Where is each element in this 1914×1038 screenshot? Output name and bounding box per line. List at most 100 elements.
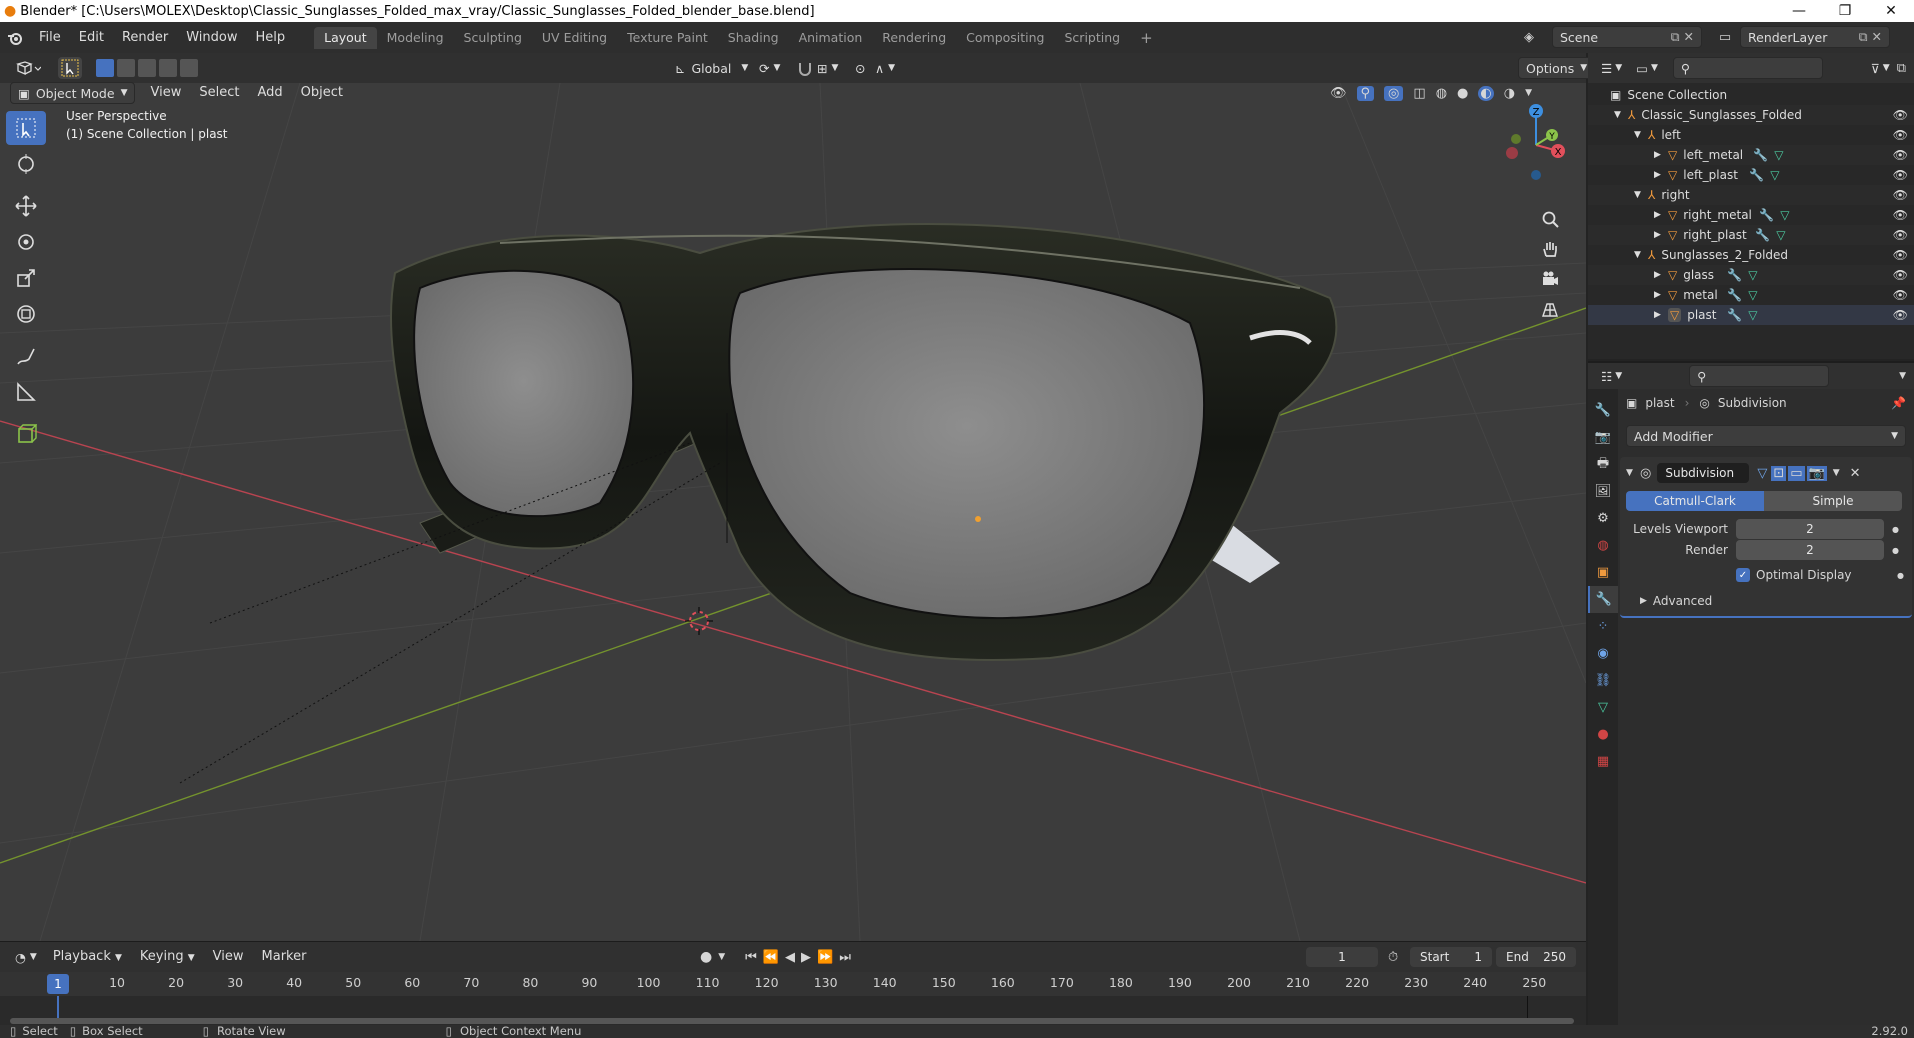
- start-frame-field[interactable]: Start 1: [1410, 947, 1492, 967]
- tool-tab-icon[interactable]: 🔧: [1588, 397, 1618, 424]
- outliner-row-classic-sunglasses-folded[interactable]: ▼ ⅄ Classic_Sunglasses_Folded 👁: [1588, 105, 1914, 125]
- outliner-row-left[interactable]: ▼ ⅄ left 👁: [1588, 125, 1914, 145]
- timeline-ruler[interactable]: 1 10 20 30 40 50 60 70 80 90 100 110 120 130 140 150 16…: [0, 972, 1586, 996]
- axis-gizmo[interactable]: Z X Y: [1496, 103, 1566, 183]
- blender-menu-icon[interactable]: [0, 31, 30, 45]
- render-layer-selector[interactable]: RenderLayer ⧉ ✕: [1740, 26, 1890, 48]
- transform-tool[interactable]: [6, 297, 46, 331]
- orthographic-toggle-icon[interactable]: [1536, 295, 1564, 323]
- rotate-tool[interactable]: [6, 225, 46, 259]
- visibility-eye-icon[interactable]: 👁: [1893, 288, 1908, 302]
- visibility-eye-icon[interactable]: 👁: [1893, 208, 1908, 222]
- visibility-eye-icon[interactable]: 👁: [1893, 248, 1908, 262]
- menu-marker[interactable]: Marker: [253, 946, 316, 968]
- optimal-display-checkbox[interactable]: ✓: [1736, 568, 1750, 582]
- visibility-eye-icon[interactable]: 👁: [1893, 268, 1908, 282]
- select-subtract-icon[interactable]: [138, 59, 156, 77]
- physics-tab-icon[interactable]: ◉: [1588, 640, 1618, 667]
- preview-range-icon[interactable]: ⏱: [1388, 950, 1398, 965]
- keyframe-dot-icon[interactable]: ●: [1897, 571, 1904, 580]
- outliner-row-sunglasses-2-folded[interactable]: ▼ ⅄ Sunglasses_2_Folded 👁: [1588, 245, 1914, 265]
- outliner-row-right-metal[interactable]: ▶ ▽ right_metal 🔧 ▽ 👁: [1588, 205, 1914, 225]
- outliner-row-glass[interactable]: ▶ ▽ glass 🔧 ▽ 👁: [1588, 265, 1914, 285]
- render-tab-icon[interactable]: 📷: [1588, 424, 1618, 451]
- menu-view[interactable]: View: [141, 82, 190, 104]
- display-mode-dropdown[interactable]: ▭ ▼: [1629, 57, 1665, 79]
- scene-selector[interactable]: Scene ⧉ ✕: [1552, 26, 1702, 48]
- options-dropdown[interactable]: Options ▼: [1518, 57, 1596, 79]
- keyframe-dot-icon[interactable]: ●: [1892, 546, 1899, 555]
- scene-icon[interactable]: ◈: [1524, 30, 1552, 45]
- pivot-point-dropdown[interactable]: ⟳ ▼: [752, 57, 787, 79]
- playhead[interactable]: 1: [47, 974, 69, 994]
- expand-toggle[interactable]: ▼: [1634, 250, 1648, 260]
- jump-keyframe-forward-icon[interactable]: ⏩: [817, 950, 833, 965]
- tab-compositing[interactable]: Compositing: [956, 27, 1054, 49]
- outliner-row-right[interactable]: ▼ ⅄ right 👁: [1588, 185, 1914, 205]
- outliner-search-input[interactable]: ⚲: [1672, 57, 1823, 79]
- advanced-subpanel[interactable]: ▶ Advanced: [1626, 594, 1906, 608]
- properties-editor-type-button[interactable]: ☷ ▼: [1594, 365, 1629, 387]
- proportional-falloff-dropdown[interactable]: ∧ ▼: [868, 57, 902, 79]
- wireframe-shading-icon[interactable]: ◍: [1436, 86, 1447, 101]
- scale-tool[interactable]: [6, 261, 46, 295]
- measure-tool[interactable]: [6, 375, 46, 409]
- menu-help[interactable]: Help: [247, 27, 295, 49]
- select-box-tool[interactable]: [6, 111, 46, 145]
- select-invert-icon[interactable]: [159, 59, 177, 77]
- modifier-wrench-icon[interactable]: 🔧: [1727, 268, 1742, 282]
- modifier-wrench-icon[interactable]: 🔧: [1749, 168, 1764, 182]
- menu-object[interactable]: Object: [292, 82, 352, 104]
- menu-file[interactable]: File: [30, 27, 70, 49]
- maximize-button[interactable]: ❐: [1822, 0, 1868, 22]
- add-workspace-button[interactable]: +: [1130, 27, 1163, 49]
- expand-toggle[interactable]: ▶: [1654, 270, 1668, 280]
- visibility-icon[interactable]: 👁: [1330, 86, 1347, 101]
- menu-playback[interactable]: Playback ▼: [44, 946, 131, 968]
- 3d-viewport[interactable]: User Perspective (1) Scene Collection | …: [0, 83, 1586, 941]
- outliner-row-left-plast[interactable]: ▶ ▽ left_plast 🔧 ▽ 👁: [1588, 165, 1914, 185]
- menu-timeline-view[interactable]: View: [204, 946, 253, 968]
- menu-add[interactable]: Add: [248, 82, 291, 104]
- mesh-data-icon[interactable]: ▽: [1780, 208, 1789, 222]
- viewport-toggle-icon[interactable]: ▭: [1788, 465, 1805, 481]
- tab-uv-editing[interactable]: UV Editing: [532, 27, 617, 49]
- current-frame-field[interactable]: 1: [1306, 947, 1378, 967]
- visibility-eye-icon[interactable]: 👁: [1893, 128, 1908, 142]
- outliner-row-scene-collection[interactable]: ▣ Scene Collection: [1588, 85, 1914, 105]
- expand-toggle[interactable]: ▶: [1654, 170, 1668, 180]
- remove-modifier-icon[interactable]: ✕: [1850, 466, 1861, 481]
- expand-toggle[interactable]: ▶: [1654, 310, 1668, 320]
- expand-toggle[interactable]: ▶: [1654, 230, 1668, 240]
- mesh-data-icon[interactable]: ▽: [1748, 268, 1757, 282]
- modifier-wrench-icon[interactable]: 🔧: [1727, 308, 1742, 322]
- expand-toggle[interactable]: ▼: [1614, 110, 1628, 120]
- catmull-clark-button[interactable]: Catmull-Clark: [1626, 491, 1764, 511]
- scene-tab-icon[interactable]: ⚙: [1588, 505, 1618, 532]
- tab-shading[interactable]: Shading: [718, 27, 789, 49]
- move-tool[interactable]: [6, 189, 46, 223]
- chevron-down-icon[interactable]: ▼: [1833, 468, 1840, 478]
- menu-edit[interactable]: Edit: [70, 27, 113, 49]
- navigation-gizmo[interactable]: Z X Y: [1496, 103, 1566, 317]
- mesh-data-icon[interactable]: ▽: [1748, 288, 1757, 302]
- properties-search-input[interactable]: ⚲: [1689, 365, 1830, 387]
- shading-options-icon[interactable]: ▼: [1525, 88, 1532, 98]
- new-layer-icon[interactable]: ⧉ ✕: [1859, 29, 1882, 45]
- new-scene-icon[interactable]: ⧉ ✕: [1671, 29, 1694, 45]
- data-tab-icon[interactable]: ▽: [1588, 694, 1618, 721]
- mesh-data-icon[interactable]: ▽: [1748, 308, 1757, 322]
- tab-modeling[interactable]: Modeling: [377, 27, 454, 49]
- add-modifier-dropdown[interactable]: Add Modifier ▼: [1626, 425, 1906, 447]
- cursor-tool[interactable]: [6, 147, 46, 181]
- select-intersect-icon[interactable]: [180, 59, 198, 77]
- visibility-eye-icon[interactable]: 👁: [1893, 228, 1908, 242]
- modifier-tab-icon[interactable]: 🔧: [1588, 586, 1618, 613]
- levels-viewport-field[interactable]: 2: [1736, 519, 1884, 539]
- timeline-editor-type-button[interactable]: ◔ ▼: [8, 946, 44, 968]
- gizmo-toggle-icon[interactable]: ⚲: [1356, 85, 1375, 101]
- outliner-row-left-metal[interactable]: ▶ ▽ left_metal 🔧 ▽ 👁: [1588, 145, 1914, 165]
- chevron-down-icon[interactable]: ▼: [1899, 371, 1906, 381]
- render-levels-field[interactable]: 2: [1736, 540, 1884, 560]
- end-frame-field[interactable]: End 250: [1496, 947, 1576, 967]
